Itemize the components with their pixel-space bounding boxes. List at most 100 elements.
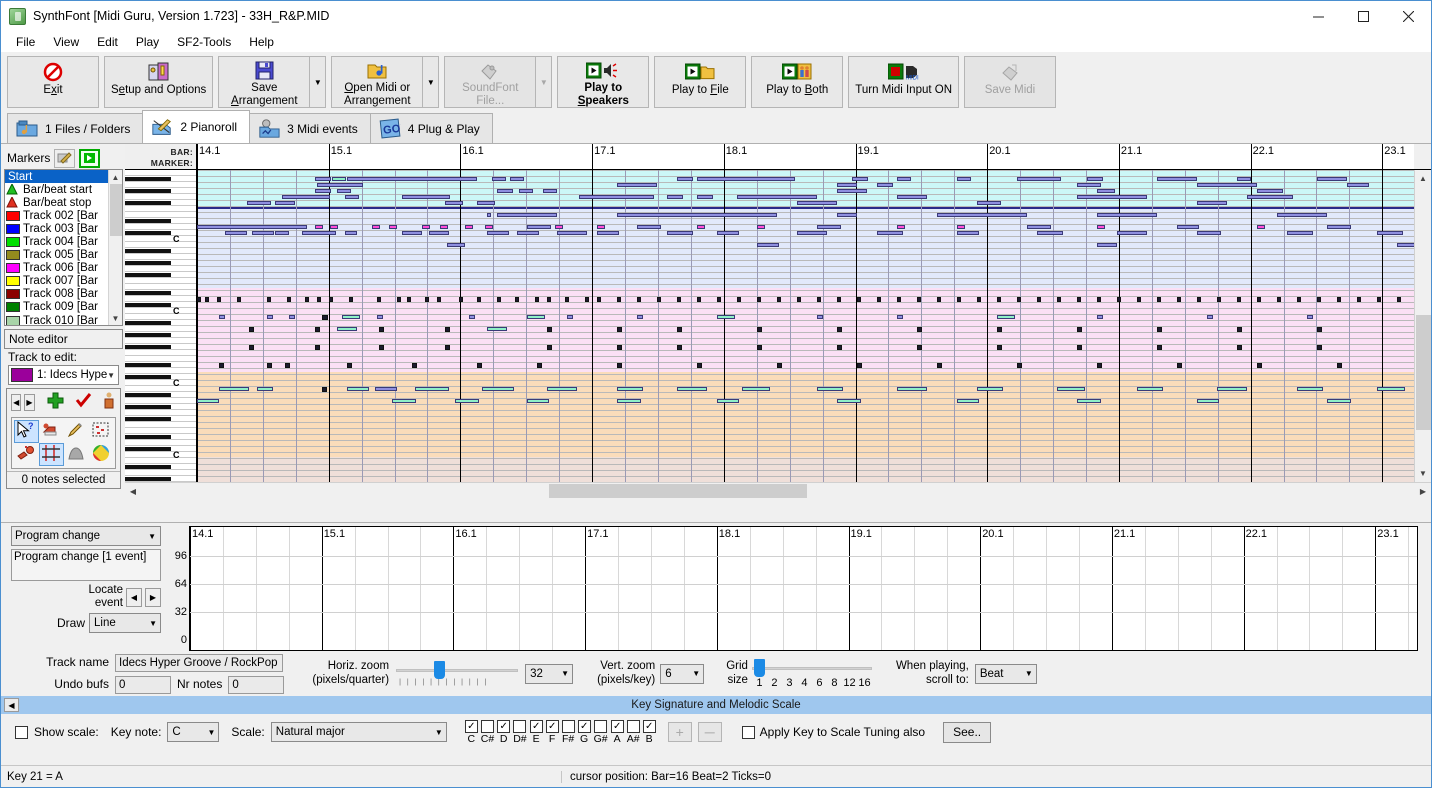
note[interactable]	[1287, 231, 1313, 235]
note[interactable]	[777, 297, 781, 302]
note[interactable]	[1097, 243, 1117, 247]
note[interactable]	[797, 201, 837, 205]
note[interactable]	[617, 363, 622, 368]
note[interactable]	[315, 225, 323, 229]
pianoroll-hscroll-track[interactable]	[141, 483, 1415, 499]
note[interactable]	[402, 231, 422, 235]
note[interactable]	[1157, 297, 1161, 302]
note[interactable]	[877, 231, 903, 235]
note[interactable]	[677, 387, 707, 391]
note[interactable]	[345, 231, 357, 235]
note[interactable]	[897, 387, 927, 391]
scale-note-D[interactable]: ✓ D	[497, 719, 511, 745]
scale-note-G[interactable]: ✓ G	[577, 719, 591, 745]
person-icon[interactable]	[102, 392, 116, 412]
note[interactable]	[510, 177, 524, 181]
note[interactable]	[757, 327, 762, 332]
note[interactable]	[597, 231, 619, 235]
note[interactable]	[342, 315, 360, 319]
note[interactable]	[377, 297, 381, 302]
note[interactable]	[1217, 297, 1221, 302]
draw-mode-combo[interactable]: Line ▼	[89, 613, 161, 634]
locate-prev-button[interactable]: ◀	[126, 587, 142, 607]
red-check-icon[interactable]	[75, 392, 92, 412]
note[interactable]	[345, 195, 359, 199]
note[interactable]	[737, 297, 741, 302]
note[interactable]	[757, 297, 761, 302]
note[interactable]	[289, 315, 295, 319]
note[interactable]	[677, 327, 682, 332]
piano-key-black[interactable]	[125, 345, 171, 349]
note[interactable]	[497, 189, 513, 193]
note[interactable]	[379, 345, 384, 350]
note[interactable]	[422, 225, 430, 229]
marker-item[interactable]: Track 009 [Bar	[5, 301, 122, 314]
note[interactable]	[897, 177, 911, 181]
note[interactable]	[372, 225, 380, 229]
track-to-edit-combo[interactable]: 1: Idecs Hype ▼	[8, 365, 119, 385]
marker-item[interactable]: Track 010 [Bar	[5, 314, 122, 325]
note[interactable]	[897, 195, 927, 199]
note[interactable]	[252, 231, 274, 235]
note[interactable]	[267, 363, 272, 368]
note[interactable]	[315, 177, 331, 181]
note[interactable]	[465, 225, 473, 229]
note[interactable]	[837, 399, 861, 403]
piano-key-black[interactable]	[125, 321, 171, 325]
note[interactable]	[917, 345, 922, 350]
note[interactable]	[527, 399, 549, 403]
note[interactable]	[1097, 363, 1102, 368]
note[interactable]	[1317, 297, 1321, 302]
note-grid[interactable]	[197, 170, 1414, 482]
pencil-tool[interactable]	[64, 420, 89, 443]
note[interactable]	[330, 225, 338, 229]
note[interactable]	[897, 225, 905, 229]
note[interactable]	[997, 327, 1002, 332]
note[interactable]	[1157, 177, 1197, 181]
note[interactable]	[757, 225, 765, 229]
note[interactable]	[817, 315, 823, 319]
note[interactable]	[445, 327, 450, 332]
note[interactable]	[392, 399, 416, 403]
note[interactable]	[315, 327, 320, 332]
note[interactable]	[459, 297, 463, 302]
note[interactable]	[877, 297, 881, 302]
scale-note-Dsharp[interactable]: D#	[513, 719, 527, 745]
note[interactable]	[1397, 243, 1414, 247]
scale-note-checkbox[interactable]: ✓	[545, 719, 559, 733]
note[interactable]	[667, 195, 683, 199]
note[interactable]	[737, 195, 817, 199]
see-button[interactable]: See..	[943, 721, 992, 743]
note[interactable]	[917, 297, 921, 302]
note[interactable]	[249, 345, 254, 350]
note[interactable]	[852, 177, 868, 181]
scale-note-Gsharp[interactable]: G#	[594, 719, 608, 745]
note[interactable]	[837, 327, 842, 332]
pianoroll-scroll-up[interactable]: ▲	[1415, 170, 1432, 187]
note[interactable]	[1097, 225, 1105, 229]
note[interactable]	[322, 315, 328, 320]
note[interactable]	[415, 387, 449, 391]
note[interactable]	[617, 297, 621, 302]
note[interactable]	[1197, 231, 1221, 235]
piano-key-black[interactable]	[125, 249, 171, 253]
color-tool[interactable]	[88, 443, 113, 466]
note[interactable]	[347, 387, 369, 391]
note[interactable]	[957, 225, 965, 229]
note[interactable]	[547, 345, 552, 350]
tab-4-plug-play[interactable]: GO! 4 Plug & Play	[369, 113, 493, 143]
note[interactable]	[477, 363, 482, 368]
note[interactable]	[797, 231, 827, 235]
controller-graph[interactable]: 14.1 15.1 16.1 17.1 18.1 19.1 20.1 21.1 22.1 23.1	[189, 526, 1418, 651]
note[interactable]	[837, 213, 857, 217]
menu-view[interactable]: View	[44, 33, 88, 51]
note[interactable]	[617, 327, 622, 332]
piano-key-black[interactable]	[125, 405, 171, 409]
note[interactable]	[857, 297, 861, 302]
note[interactable]	[997, 315, 1015, 319]
note[interactable]	[1337, 297, 1341, 302]
note[interactable]	[1357, 297, 1361, 302]
note[interactable]	[437, 297, 441, 302]
note[interactable]	[447, 243, 465, 247]
tab-2-pianoroll[interactable]: 2 Pianoroll	[142, 110, 251, 143]
